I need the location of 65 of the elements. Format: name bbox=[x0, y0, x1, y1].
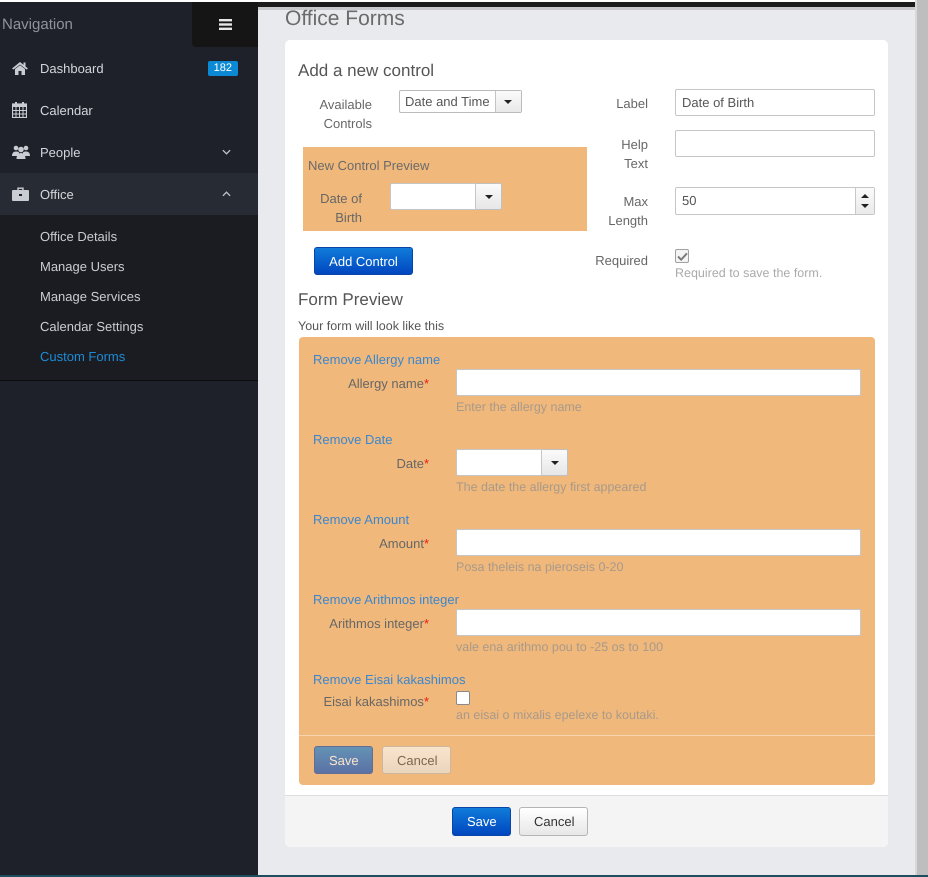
help-text: Enter the allergy name bbox=[456, 399, 583, 415]
help-text: vale ena arithmo pou to -25 os to 100 bbox=[456, 639, 664, 655]
submenu-item[interactable]: Office Details bbox=[0, 222, 258, 252]
number-field[interactable]: 50 bbox=[675, 187, 875, 215]
number-spinner[interactable] bbox=[855, 188, 874, 214]
sidebar-title: Navigation bbox=[1, 15, 74, 35]
count-badge: 182 bbox=[208, 60, 238, 76]
help-text: The date the allergy first appeared bbox=[456, 479, 648, 495]
calendar-icon bbox=[12, 102, 27, 118]
caret-up-icon bbox=[861, 194, 869, 198]
field-label: Label bbox=[616, 95, 648, 113]
field-label: Available Controls bbox=[319, 96, 372, 133]
nav-item[interactable]: Office bbox=[0, 173, 258, 215]
field-label: Required bbox=[595, 252, 648, 270]
field-label: Date of Birth bbox=[319, 190, 362, 227]
chevron-up-icon bbox=[222, 191, 231, 197]
section-heading: Add a new control bbox=[298, 60, 436, 82]
text-field[interactable] bbox=[456, 609, 861, 636]
save-button[interactable]: Save bbox=[452, 807, 511, 836]
chevron-down-icon bbox=[222, 149, 231, 155]
add-control-button[interactable]: Add Control bbox=[314, 247, 413, 275]
cancel-button[interactable]: Cancel bbox=[519, 807, 588, 836]
field-label: Help Text bbox=[621, 136, 648, 173]
caret-icon bbox=[504, 100, 512, 104]
checkbox[interactable] bbox=[675, 249, 689, 263]
scrollbar[interactable] bbox=[915, 0, 928, 875]
people-icon bbox=[12, 145, 30, 159]
nav-item[interactable]: Calendar bbox=[0, 89, 258, 131]
checkmark-icon bbox=[676, 252, 688, 260]
submenu-item[interactable]: Manage Users bbox=[0, 252, 258, 282]
menu-toggle-button[interactable] bbox=[192, 2, 258, 47]
nav-item[interactable]: People bbox=[0, 131, 258, 173]
date-dropdown-button[interactable] bbox=[542, 449, 568, 476]
field-label: Date* bbox=[396, 455, 429, 473]
text-field[interactable] bbox=[456, 529, 861, 556]
field-label: Max Length bbox=[608, 193, 648, 230]
field-label: Arithmos integer* bbox=[329, 615, 429, 633]
briefcase-icon bbox=[12, 187, 29, 201]
nav-item[interactable]: Dashboard 182 bbox=[0, 47, 258, 89]
date-field[interactable] bbox=[456, 449, 542, 476]
text-field[interactable]: Date of Birth bbox=[675, 89, 875, 116]
section-subtitle: Your form will look like this bbox=[298, 318, 446, 335]
checkbox[interactable] bbox=[456, 691, 470, 705]
field-label: Eisai kakashimos* bbox=[324, 693, 429, 711]
control-type-dropdown[interactable]: Date and Time bbox=[399, 90, 522, 113]
caret-down-icon bbox=[861, 204, 869, 208]
field-label: Allergy name* bbox=[348, 375, 429, 393]
panel-title: New Control Preview bbox=[308, 157, 430, 175]
field-label: Amount* bbox=[379, 535, 429, 553]
section-heading: Form Preview bbox=[298, 289, 404, 311]
help-text: an eisai o mixalis epelexe to koutaki. bbox=[456, 707, 660, 723]
caret-icon bbox=[550, 460, 558, 464]
text-field[interactable] bbox=[456, 369, 861, 396]
date-dropdown-button[interactable] bbox=[476, 183, 502, 210]
page-title: Office Forms bbox=[285, 7, 406, 31]
submenu-item[interactable]: Custom Forms bbox=[0, 342, 258, 372]
help-text: Required to save the form. bbox=[675, 265, 824, 281]
submenu-item[interactable]: Calendar Settings bbox=[0, 312, 258, 342]
home-icon bbox=[12, 62, 28, 74]
help-text: Posa theleis na pieroseis 0-20 bbox=[456, 559, 624, 575]
menu-icon bbox=[218, 19, 232, 30]
caret-icon bbox=[484, 194, 492, 198]
submenu-item[interactable]: Manage Services bbox=[0, 282, 258, 312]
date-field[interactable] bbox=[390, 183, 476, 210]
text-field[interactable] bbox=[675, 130, 875, 157]
